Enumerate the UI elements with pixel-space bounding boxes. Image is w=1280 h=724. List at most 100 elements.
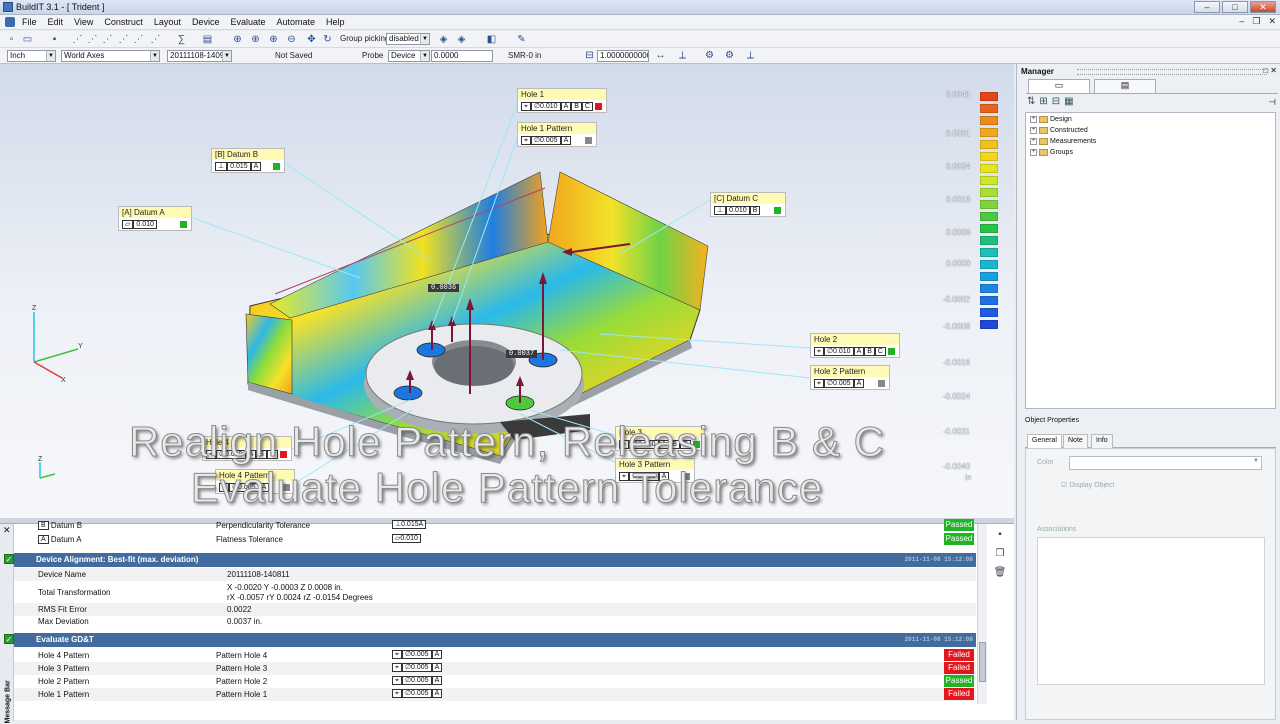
save-icon[interactable]: ▪ — [993, 529, 1007, 543]
table-row[interactable]: Hole 1 Pattern Pattern Hole 1 ⌖ ∅0.005 A F… — [14, 688, 976, 701]
table-row[interactable]: B Datum B Perpendicularity Tolerance ⊥0.… — [14, 519, 976, 532]
panel-grip[interactable] — [1077, 69, 1267, 75]
alignment-select[interactable]: 20111108-1409 ▼ — [167, 50, 232, 62]
copy-icon[interactable]: ❐ — [993, 548, 1007, 562]
tree-item-groups[interactable]: + Groups — [1030, 149, 1073, 156]
callout-hole-2[interactable]: Hole 2 ⌖ ∅0.010 A B C — [810, 333, 900, 358]
list-tab[interactable]: ▤ — [1094, 79, 1156, 93]
zoom-window-icon[interactable]: ⊕ — [250, 34, 261, 45]
nudge-icon[interactable]: ⟂ — [745, 50, 756, 61]
display-object-checkbox[interactable]: ☑ Display Object — [1061, 481, 1114, 489]
rotate-icon[interactable]: ↻ — [322, 34, 333, 45]
associations-list[interactable] — [1037, 537, 1265, 685]
measure-plane-icon[interactable]: ⋰ — [87, 34, 98, 45]
render-mode-icon[interactable]: ◧ — [486, 34, 497, 45]
tab-note[interactable]: Note — [1063, 434, 1088, 448]
probe-config-icon[interactable]: ⚙ — [704, 50, 715, 61]
save-icon[interactable]: ▪ — [49, 34, 60, 45]
tree-item-measurements[interactable]: + Measurements — [1030, 138, 1096, 145]
table-row[interactable]: Hole 2 Pattern Pattern Hole 2 ⌖ ∅0.005 A P… — [14, 675, 976, 688]
callout-hole-2-pattern[interactable]: Hole 2 Pattern ⌖ ∅0.005 A — [810, 365, 890, 390]
close-icon[interactable]: ✕ — [3, 525, 11, 536]
minimize-button[interactable]: – — [1194, 1, 1220, 13]
scale-swatch — [980, 104, 998, 113]
probe-value-field[interactable]: 0.0000 — [431, 50, 493, 62]
zoom-out-icon[interactable]: ⊖ — [286, 34, 297, 45]
device-icon[interactable]: ▤ — [202, 34, 213, 45]
status-indicator — [774, 207, 781, 214]
callout-datum-c[interactable]: [C] Datum C ⊥ 0.010 B — [710, 192, 786, 217]
probe-comp-icon[interactable]: ⚙ — [724, 50, 735, 61]
probe-device-select[interactable]: Device ▼ — [388, 50, 430, 62]
view-layers-icon[interactable]: ◈ — [438, 34, 449, 45]
menu-help[interactable]: Help — [326, 17, 345, 27]
expand-icon[interactable]: ⊞ — [1039, 96, 1047, 107]
callout-datum-a[interactable]: [A] Datum A ▱ 0.010 — [118, 206, 192, 231]
callout-datum-b[interactable]: [B] Datum B ⊥ 0.015 A — [211, 148, 285, 173]
measure-line-icon[interactable]: ⋰ — [118, 34, 129, 45]
auto-measure-icon[interactable]: ✎ — [516, 34, 527, 45]
expand-icon[interactable]: + — [1030, 127, 1037, 134]
table-row[interactable]: A Datum A Flatness Tolerance ▱0.010 Pass… — [14, 533, 976, 546]
folder-tab[interactable]: ▭ — [1028, 79, 1090, 93]
formula-icon[interactable]: ∑ — [176, 34, 187, 45]
measure-circle-icon[interactable]: ⋰ — [102, 34, 113, 45]
table-row[interactable]: Hole 4 Pattern Pattern Hole 4 ⌖ ∅0.005 A F… — [14, 649, 976, 662]
transform-icon[interactable]: ↔ — [655, 50, 666, 61]
check-icon[interactable]: ✓ — [4, 634, 14, 644]
tree-item-constructed[interactable]: + Constructed — [1030, 127, 1088, 134]
menu-evaluate[interactable]: Evaluate — [230, 17, 265, 27]
message-scrollbar[interactable] — [977, 524, 987, 704]
menu-view[interactable]: View — [74, 17, 93, 27]
scale-field[interactable]: 1.0000000000 — [597, 50, 649, 62]
pin-icon[interactable]: ⊣ — [1268, 97, 1276, 108]
new-file-icon[interactable]: ▫ — [6, 34, 17, 45]
3d-viewport[interactable]: Z Y X Z 0.0036 0.0037 Hole 1 ⌖ ∅0.010 A B C … — [0, 64, 1014, 518]
close-button[interactable]: ✕ — [1250, 1, 1276, 13]
menu-construct[interactable]: Construct — [104, 17, 143, 27]
menu-file[interactable]: File — [22, 17, 37, 27]
mdi-minimize-button[interactable]: – — [1239, 16, 1244, 27]
group-picking-select[interactable]: disabled ▼ — [386, 33, 430, 45]
mdi-restore-button[interactable]: ❐ — [1252, 16, 1260, 27]
menu-automate[interactable]: Automate — [276, 17, 315, 27]
document-icon[interactable] — [5, 17, 15, 27]
open-folder-icon[interactable]: ▭ — [22, 34, 33, 45]
menu-layout[interactable]: Layout — [154, 17, 181, 27]
scrollbar-thumb[interactable] — [979, 642, 986, 682]
axes-select[interactable]: World Axes ▼ — [61, 50, 160, 62]
callout-hole-1-pattern[interactable]: Hole 1 Pattern ⌖ ∅0.005 A — [517, 122, 597, 147]
check-icon[interactable]: ✓ — [4, 554, 14, 564]
zoom-fit-icon[interactable]: ⊕ — [268, 34, 279, 45]
close-icon[interactable]: □ ✕ — [1263, 66, 1277, 75]
axis-icon[interactable]: ⟂ — [677, 50, 688, 61]
tab-info[interactable]: Info — [1091, 434, 1113, 448]
tree-item-design[interactable]: + Design — [1030, 116, 1072, 123]
new-group-icon[interactable]: ▦ — [1064, 96, 1073, 107]
scan-icon[interactable]: ⋰ — [150, 34, 161, 45]
mdi-close-button[interactable]: ✕ — [1268, 16, 1276, 27]
maximize-button[interactable]: □ — [1222, 1, 1248, 13]
zoom-in-icon[interactable]: ⊕ — [232, 34, 243, 45]
table-row[interactable]: Hole 3 Pattern Pattern Hole 3 ⌖ ∅0.005 A F… — [14, 662, 976, 675]
section-header-gdt[interactable]: Evaluate GD&T 2011-11-08 15:12:08 — [14, 633, 976, 647]
measure-point-icon[interactable]: ⋰ — [72, 34, 83, 45]
measure-cylinder-icon[interactable]: ⋰ — [133, 34, 144, 45]
section-header-alignment[interactable]: Device Alignment: Best-fit (max. deviati… — [14, 553, 976, 567]
expand-icon[interactable]: + — [1030, 138, 1037, 145]
scale-icon[interactable]: ⊟ — [584, 50, 595, 61]
units-select[interactable]: Inch ▼ — [7, 50, 56, 62]
expand-icon[interactable]: + — [1030, 149, 1037, 156]
color-select[interactable]: ▼ — [1069, 456, 1262, 470]
menu-edit[interactable]: Edit — [48, 17, 64, 27]
tab-general[interactable]: General — [1027, 434, 1062, 448]
collapse-icon[interactable]: ⊟ — [1052, 96, 1060, 107]
sort-icon[interactable]: ⇅ — [1027, 96, 1035, 107]
callout-hole-1[interactable]: Hole 1 ⌖ ∅0.010 A B C — [517, 88, 607, 113]
trash-icon[interactable]: 🗑 — [993, 567, 1007, 581]
menu-device[interactable]: Device — [192, 17, 220, 27]
row-fcf: ⊥0.015A — [392, 520, 427, 529]
expand-icon[interactable]: + — [1030, 116, 1037, 123]
view-display-icon[interactable]: ◈ — [456, 34, 467, 45]
pan-icon[interactable]: ✥ — [306, 34, 317, 45]
